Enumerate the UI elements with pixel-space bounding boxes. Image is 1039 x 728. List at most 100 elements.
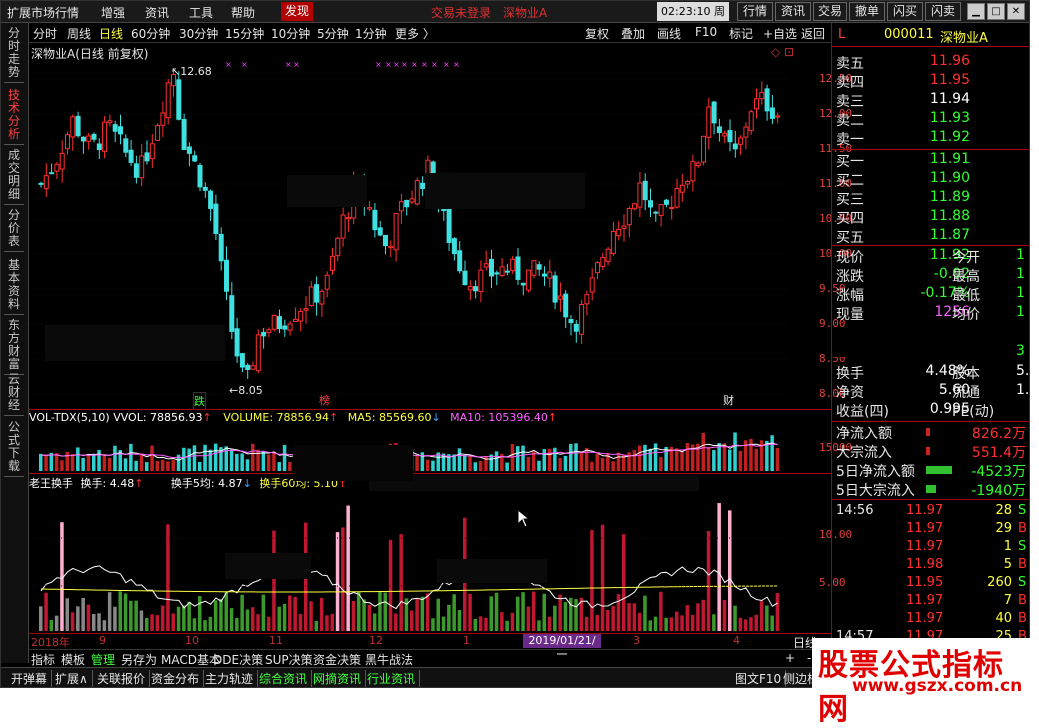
event-marker-finance[interactable]: 财 <box>723 392 734 408</box>
maximize-icon[interactable]: □ <box>987 3 1005 20</box>
tab-profile[interactable]: 基本资料 <box>4 259 24 315</box>
candle-body <box>669 207 675 210</box>
volume-bar <box>277 462 281 471</box>
ask-row[interactable]: 卖二 11.93 <box>832 110 1029 129</box>
f10-button[interactable]: F10 <box>695 25 717 39</box>
bid-row[interactable]: 买三 11.89 <box>832 189 1029 208</box>
tab-macd[interactable]: MACD基本 <box>161 651 221 668</box>
candle-body <box>80 136 86 142</box>
turnover-bar <box>457 610 462 631</box>
remove-tab-icon[interactable]: - <box>807 651 811 665</box>
tab-black-bull[interactable]: 黑牛战法 <box>365 651 413 668</box>
turnover-bar <box>383 592 387 631</box>
turnover-bar <box>420 596 425 631</box>
tab-trade-details[interactable]: 成交明细 <box>4 149 24 205</box>
period-60min[interactable]: 60分钟 <box>131 25 170 42</box>
period-5min[interactable]: 5分钟 <box>317 25 349 42</box>
tab-dde[interactable]: DDE决策 <box>213 651 263 668</box>
close-icon[interactable]: ✕ <box>1007 3 1025 20</box>
menu-enhance[interactable]: 增强 <box>101 4 125 21</box>
candle-body <box>181 119 187 150</box>
signal-marker: × <box>241 60 248 69</box>
overlay-button[interactable]: 叠加 <box>621 25 645 42</box>
volume-bar <box>478 460 483 471</box>
event-marker-fall[interactable]: 跌 <box>193 392 206 410</box>
event-marker-rank[interactable]: 榜 <box>319 392 330 408</box>
expand-button[interactable]: 扩展∧ <box>55 670 93 687</box>
tab-manage[interactable]: 管理 <box>91 651 115 668</box>
ask-row[interactable]: 卖五 11.96 <box>832 53 1029 72</box>
period-daily[interactable]: 日线 <box>99 25 123 42</box>
tab-intraday[interactable]: 分时走势 <box>4 27 24 83</box>
menu-extended-market[interactable]: 扩展市场行情 <box>7 4 79 21</box>
mark-button[interactable]: 标记 <box>729 25 753 42</box>
period-toolbar: 分时 周线 日线 60分钟 30分钟 15分钟 10分钟 5分钟 1分钟 更多 … <box>29 23 831 43</box>
candle-body <box>589 277 595 293</box>
news-button[interactable]: 资讯 <box>775 2 811 21</box>
chart-options-icon[interactable]: ◇ ⊡ <box>771 45 794 59</box>
period-more[interactable]: 更多 〉 <box>395 25 435 42</box>
danmaku-button[interactable]: 开弹幕 <box>11 670 53 687</box>
turnover-bar <box>653 616 658 631</box>
flow-label: 5日净流入额 <box>836 464 915 480</box>
industry-news-button[interactable]: 行业资讯 <box>367 670 421 687</box>
volume-bar <box>134 460 138 471</box>
bid-row[interactable]: 买二 11.90 <box>832 170 1029 189</box>
period-10min[interactable]: 10分钟 <box>271 25 310 42</box>
bid-price: 11.87 <box>929 227 970 243</box>
tab-fund-decision[interactable]: 资金决策 <box>313 651 361 668</box>
minimize-icon[interactable]: ▁ <box>967 3 985 20</box>
chart-area[interactable]: × × × × × × × × × × × × × 深物业A(日线 前复权) ◇ ⊡ 12.50 12.… <box>29 43 852 661</box>
volume-bar <box>187 448 191 471</box>
fund-dist-button[interactable]: 资金分布 <box>151 670 205 687</box>
tab-sup[interactable]: SUP决策 <box>265 651 313 668</box>
quote-button[interactable]: 行情 <box>737 2 773 21</box>
turnover-bar <box>176 606 181 631</box>
volume-bar <box>213 443 218 471</box>
tab-save-as[interactable]: 另存为 <box>121 651 157 668</box>
bid-row[interactable]: 买一 11.91 <box>832 151 1029 170</box>
menu-tools[interactable]: 工具 <box>189 4 213 21</box>
period-15min[interactable]: 15分钟 <box>225 25 264 42</box>
menu-discover[interactable]: 发现 <box>281 2 314 21</box>
adjust-button[interactable]: 复权 <box>585 25 609 42</box>
f10-graphic-button[interactable]: 图文F10 <box>735 670 787 687</box>
ask-row[interactable]: 卖一 11.92 <box>832 129 1029 148</box>
flash-buy-button[interactable]: 闪买 <box>887 2 923 21</box>
tab-price-table[interactable]: 分价表 <box>4 209 24 252</box>
flash-sell-button[interactable]: 闪卖 <box>925 2 961 21</box>
period-weekly[interactable]: 周线 <box>67 25 91 42</box>
x-label: 1 <box>463 634 470 647</box>
x-label: 4 <box>733 634 740 647</box>
stat-label-2: 股本 <box>952 366 980 382</box>
candle-body <box>75 115 81 137</box>
menu-help[interactable]: 帮助 <box>231 4 255 21</box>
bid-row[interactable]: 买四 11.88 <box>832 208 1029 227</box>
trade-button[interactable]: 交易 <box>813 2 847 21</box>
add-watchlist-button[interactable]: +自选 <box>763 25 797 42</box>
tab-indicator[interactable]: 指标 <box>31 651 55 668</box>
add-tab-icon[interactable]: + <box>785 651 795 665</box>
digest-news-button[interactable]: 网摘资讯 <box>313 670 367 687</box>
menu-news[interactable]: 资讯 <box>145 4 169 21</box>
cancel-order-button[interactable]: 撤单 <box>849 2 885 21</box>
tab-template[interactable]: 模板 <box>61 651 85 668</box>
back-button[interactable]: 返回 <box>801 25 825 42</box>
general-news-button[interactable]: 综合资讯 <box>259 670 313 687</box>
related-quote-button[interactable]: 关联报价 <box>97 670 151 687</box>
volume-bar <box>97 449 101 471</box>
tick-flag: S <box>1018 539 1027 554</box>
tick-flag: B <box>1018 521 1027 536</box>
draw-button[interactable]: 画线 <box>657 25 681 42</box>
bid-row[interactable]: 买五 11.87 <box>832 227 1029 246</box>
ask-row[interactable]: 卖四 11.95 <box>832 72 1029 91</box>
tab-technical[interactable]: 技术分析 <box>4 89 24 145</box>
period-intraday[interactable]: 分时 <box>33 25 57 42</box>
tab-eastmoney[interactable]: 东方财富 <box>4 319 24 375</box>
period-30min[interactable]: 30分钟 <box>179 25 218 42</box>
main-track-button[interactable]: 主力轨迹 <box>205 670 259 687</box>
tab-cloud-finance[interactable]: 云财经 <box>4 373 24 416</box>
period-1min[interactable]: 1分钟 <box>355 25 387 42</box>
ask-row[interactable]: 卖三 11.94 <box>832 91 1029 110</box>
tab-formula-download[interactable]: 公式下载 <box>4 421 24 477</box>
